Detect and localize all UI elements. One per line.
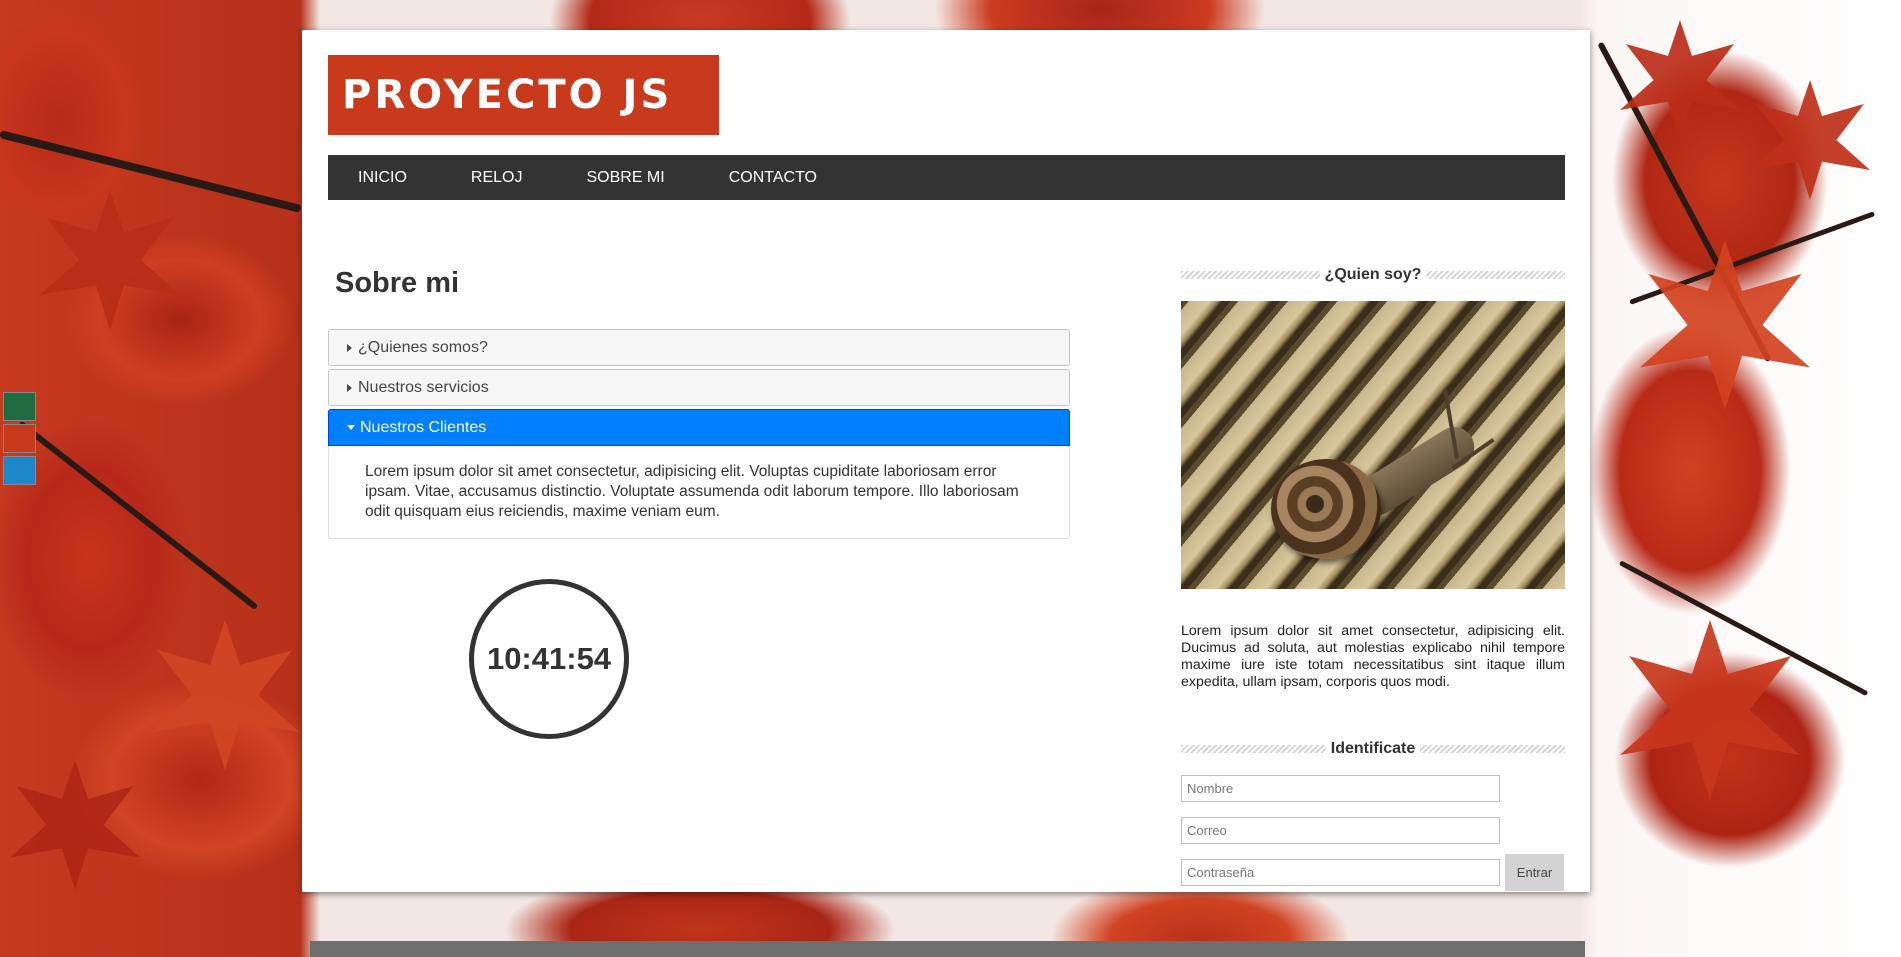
- email-field[interactable]: [1181, 817, 1500, 844]
- nav-item-inicio[interactable]: INICIO: [358, 169, 407, 187]
- theme-swatch-red[interactable]: [3, 424, 36, 453]
- triangle-right-icon: [347, 343, 352, 352]
- accordion-panel-clientes: Lorem ipsum dolor sit amet consectetur, …: [328, 446, 1070, 539]
- sidebar-heading-label: ¿Quien soy?: [1319, 266, 1427, 283]
- accordion-header-label: Nuestros Clientes: [360, 418, 487, 436]
- footer-bar: [310, 941, 1585, 957]
- nav-item-contacto[interactable]: CONTACTO: [729, 169, 817, 187]
- triangle-right-icon: [347, 383, 352, 392]
- main-nav: INICIO RELOJ SOBRE MI CONTACTO: [328, 155, 1565, 200]
- login-button[interactable]: Entrar: [1505, 854, 1564, 891]
- accordion-header-clientes[interactable]: Nuestros Clientes: [328, 409, 1070, 446]
- snail-shell: [1271, 459, 1381, 559]
- site-logo: PROYECTO JS: [328, 55, 719, 135]
- sidebar-heading-label: Identificate: [1325, 740, 1421, 757]
- nav-item-sobre-mi[interactable]: SOBRE MI: [586, 169, 664, 187]
- sidebar-heading-about: ¿Quien soy?: [1181, 264, 1565, 286]
- clock-display: 10:41:54: [469, 579, 629, 739]
- accordion-header-label: Nuestros servicios: [358, 378, 489, 396]
- accordion: ¿Quienes somos? Nuestros servicios Nuest…: [328, 329, 1070, 539]
- theme-swatch-blue[interactable]: [3, 456, 36, 485]
- triangle-down-icon: [347, 425, 355, 430]
- accordion-header-quienes-somos[interactable]: ¿Quienes somos?: [328, 329, 1070, 366]
- sidebar-heading-login: Identificate: [1181, 738, 1565, 760]
- nav-item-reloj[interactable]: RELOJ: [471, 169, 523, 187]
- about-text: Lorem ipsum dolor sit amet consectetur, …: [1181, 623, 1565, 690]
- page-container: PROYECTO JS INICIO RELOJ SOBRE MI CONTAC…: [302, 30, 1590, 892]
- sidebar: ¿Quien soy? Lorem ipsum dolor sit amet c…: [1181, 264, 1565, 891]
- theme-swatch-green[interactable]: [3, 392, 36, 421]
- page-title: Sobre mi: [335, 267, 460, 299]
- password-field[interactable]: [1181, 859, 1500, 886]
- profile-image: [1181, 301, 1565, 589]
- accordion-header-servicios[interactable]: Nuestros servicios: [328, 369, 1070, 406]
- name-field[interactable]: [1181, 775, 1500, 802]
- accordion-header-label: ¿Quienes somos?: [358, 338, 488, 356]
